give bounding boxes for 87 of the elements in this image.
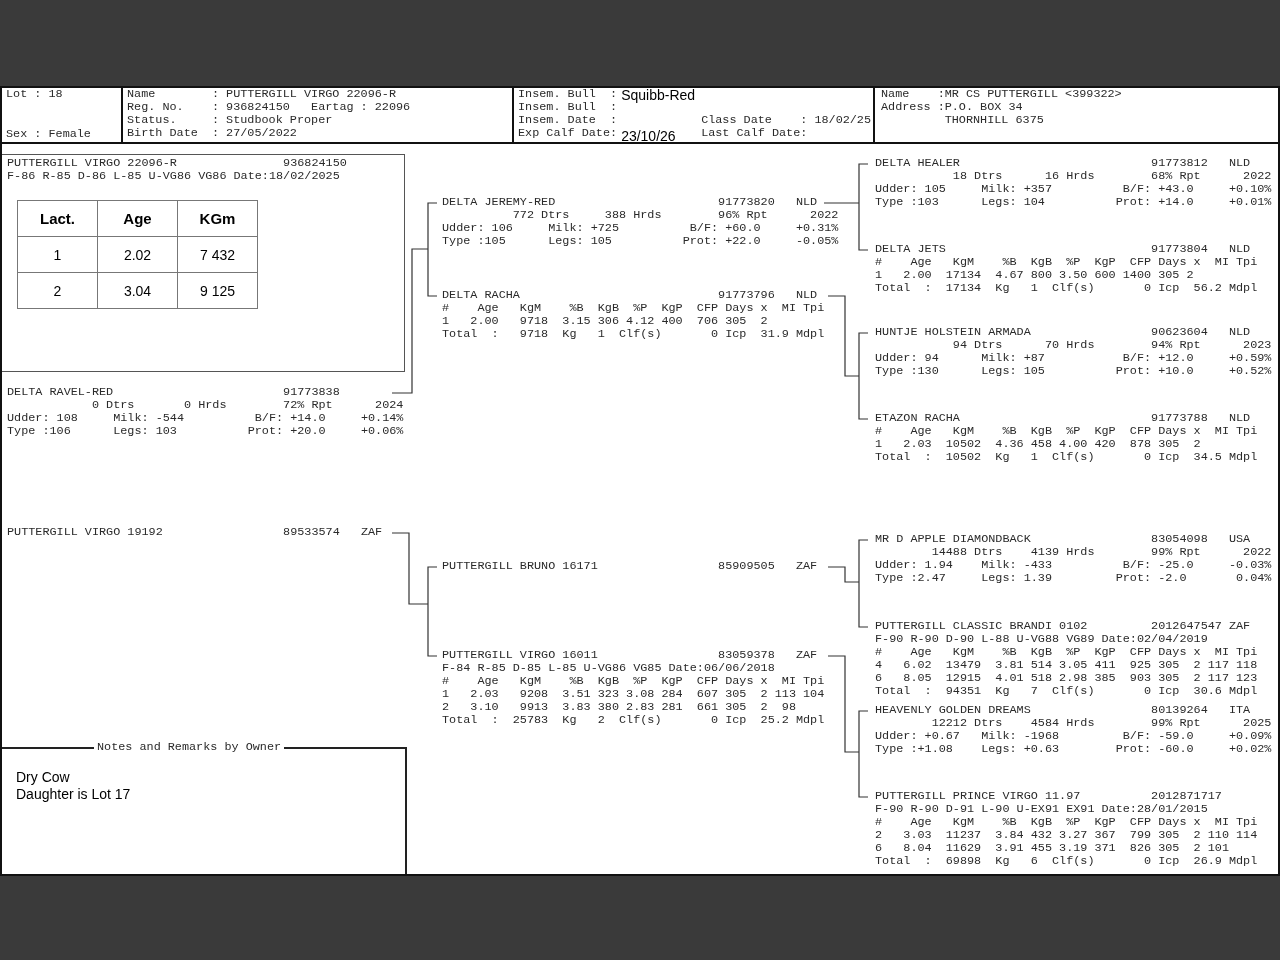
record-line: Udder: 105 Milk: +357 B/F: +43.0 +0.10% — [875, 183, 1272, 196]
record-line: Total : 69898 Kg 6 Clf(s) 0 Icp 26.9 Mdpl — [875, 855, 1258, 868]
record-line: Type :2.47 Legs: 1.39 Prot: -2.0 0.04% — [875, 572, 1272, 585]
header-line: Status. : Studbook Proper — [127, 114, 334, 127]
record-line: # Age KgM %B KgB %P KgP CFP Days x MI Tpi — [875, 256, 1258, 269]
record-line: F-90 R-90 D-90 L-88 U-VG88 VG89 Date:02/04/2019 — [875, 633, 1209, 646]
record-line: 1 2.03 10502 4.36 458 4.00 420 878 305 2 — [875, 438, 1202, 451]
record-line: # Age KgM %B KgB %P KgP CFP Days x MI Tpi — [442, 675, 825, 688]
record-line: 1 2.03 9208 3.51 323 3.08 284 607 305 2 113 104 — [442, 688, 825, 701]
field-value: Squibb-Red — [621, 87, 696, 103]
record-line: DELTA HEALER 91773812 NLD — [875, 157, 1252, 170]
table-cell: 3.04 — [97, 272, 178, 309]
record-line: 2 3.03 11237 3.84 432 3.27 367 799 305 2 110 114 — [875, 829, 1258, 842]
record-line: # Age KgM %B KgB %P KgP CFP Days x MI Tpi — [875, 816, 1258, 829]
header-line: Name :MR CS PUTTERGILL <399322> — [881, 88, 1123, 101]
table-cell: 2.02 — [97, 236, 178, 273]
record-line: 14488 Dtrs 4139 Hrds 99% Rpt 2022 — [930, 546, 1272, 559]
record-line: # Age KgM %B KgB %P KgP CFP Days x MI Tpi — [875, 646, 1258, 659]
record-line: Type :103 Legs: 104 Prot: +14.0 +0.01% — [875, 196, 1272, 209]
record-line: ETAZON RACHA 91773788 NLD — [875, 412, 1252, 425]
record-line: Type :+1.08 Legs: +0.63 Prot: -60.0 +0.02% — [875, 743, 1272, 756]
record-line: Type :106 Legs: 103 Prot: +20.0 +0.06% — [7, 425, 404, 438]
note-line: Dry Cow — [16, 769, 71, 786]
record-line: Total : 94351 Kg 7 Clf(s) 0 Icp 30.6 Mdpl — [875, 685, 1258, 698]
header-line: Reg. No. : 936824150 Eartag : 22096 — [127, 101, 412, 114]
record-line: 1 2.00 17134 4.67 800 3.50 600 1400 305 2 — [875, 269, 1195, 282]
field-label: Insem. Date : — [518, 114, 618, 127]
record-line: PUTTERGILL VIRGO 19192 89533574 ZAF — [7, 526, 383, 539]
record-line: 94 Dtrs 70 Hrds 94% Rpt 2023 — [951, 339, 1272, 352]
record-line: Total : 9718 Kg 1 Clf(s) 0 Icp 31.9 Mdpl — [442, 328, 825, 341]
record-line: PUTTERGILL VIRGO 22096-R 936824150 — [7, 157, 348, 170]
column-header: KGm — [177, 200, 258, 237]
field-value: 23/10/26 — [621, 128, 676, 144]
record-line: PUTTERGILL PRINCE VIRGO 11.97 2012871717 — [875, 790, 1223, 803]
record-line: Udder: +0.67 Milk: -1968 B/F: -59.0 +0.09% — [875, 730, 1272, 743]
column-header: Lact. — [17, 200, 98, 237]
record-line: Udder: 106 Milk: +725 B/F: +60.0 +0.31% — [442, 222, 839, 235]
header-line: Name : PUTTERGILL VIRGO 22096-R — [127, 88, 397, 101]
record-line: DELTA RAVEL-RED 91773838 — [7, 386, 341, 399]
record-line: F-90 R-90 D-91 L-90 U-EX91 EX91 Date:28/01/2015 — [875, 803, 1209, 816]
record-line: F-84 R-85 D-85 L-85 U-VG86 VG85 Date:06/06/2018 — [442, 662, 776, 675]
record-line: Type :130 Legs: 105 Prot: +10.0 +0.52% — [875, 365, 1272, 378]
record-line: DELTA RACHA 91773796 NLD — [442, 289, 819, 302]
record-line: Udder: 108 Milk: -544 B/F: +14.0 +0.14% — [7, 412, 404, 425]
table-cell: 9 125 — [177, 272, 258, 309]
header-line: THORNHILL 6375 — [943, 114, 1045, 127]
field-label: Exp Calf Date: — [518, 127, 618, 140]
header-line: Birth Date : 27/05/2022 — [127, 127, 298, 140]
record-line: 6 8.05 12915 4.01 518 2.98 385 903 305 2 117 123 — [875, 672, 1258, 685]
table-cell: 1 — [17, 236, 98, 273]
record-line: DELTA JETS 91773804 NLD — [875, 243, 1252, 256]
header-line: Sex : Female — [6, 128, 92, 141]
record-line: Udder: 94 Milk: +87 B/F: +12.0 +0.59% — [875, 352, 1272, 365]
record-line: 6 8.04 11629 3.91 455 3.19 371 826 305 2 101 — [875, 842, 1230, 855]
note-line: Daughter is Lot 17 — [16, 786, 132, 803]
record-line: 18 Dtrs 16 Hrds 68% Rpt 2022 — [951, 170, 1272, 183]
record-line: PUTTERGILL BRUNO 16171 85909505 ZAF — [442, 560, 818, 573]
field-line: Class Date : 18/02/25 — [701, 114, 872, 127]
record-line: HUNTJE HOLSTEIN ARMADA 90623604 NLD — [875, 326, 1252, 339]
record-line: PUTTERGILL VIRGO 16011 83059378 ZAF — [442, 649, 819, 662]
field-line: Last Calf Date: — [701, 127, 808, 140]
record-line: PUTTERGILL CLASSIC BRANDI 0102 2012647547 ZAF — [875, 620, 1252, 633]
record-line: Type :105 Legs: 105 Prot: +22.0 -0.05% — [442, 235, 839, 248]
record-line: 1 2.00 9718 3.15 306 4.12 400 706 305 2 — [442, 315, 769, 328]
record-line: DELTA JEREMY-RED 91773820 NLD — [442, 196, 819, 209]
record-line: F-86 R-85 D-86 L-85 U-VG86 VG86 Date:18/02/2025 — [7, 170, 341, 183]
record-line: 4 6.02 13479 3.81 514 3.05 411 925 305 2 117 118 — [875, 659, 1258, 672]
record-line: Total : 17134 Kg 1 Clf(s) 0 Icp 56.2 Mdpl — [875, 282, 1258, 295]
table-cell: 7 432 — [177, 236, 258, 273]
header-line: Address :P.O. BOX 34 — [881, 101, 1024, 114]
header-line: Lot : 18 — [6, 88, 64, 101]
record-line: Total : 25783 Kg 2 Clf(s) 0 Icp 25.2 Mdpl — [442, 714, 825, 727]
record-line: # Age KgM %B KgB %P KgP CFP Days x MI Tpi — [875, 425, 1258, 438]
table-cell: 2 — [17, 272, 98, 309]
notes-title: Notes and Remarks by Owner — [94, 741, 285, 754]
field-label: Insem. Bull : — [518, 88, 618, 101]
record-line: MR D APPLE DIAMONDBACK 83054098 USA — [875, 533, 1252, 546]
record-line: HEAVENLY GOLDEN DREAMS 80139264 ITA — [875, 704, 1252, 717]
record-line: 0 Dtrs 0 Hrds 72% Rpt 2024 — [90, 399, 404, 412]
record-line: Udder: 1.94 Milk: -433 B/F: -25.0 -0.03% — [875, 559, 1272, 572]
record-line: 772 Dtrs 388 Hrds 96% Rpt 2022 — [511, 209, 839, 222]
record-line: # Age KgM %B KgB %P KgP CFP Days x MI Tpi — [442, 302, 825, 315]
column-header: Age — [97, 200, 178, 237]
record-line: Total : 10502 Kg 1 Clf(s) 0 Icp 34.5 Mdpl — [875, 451, 1258, 464]
field-label: Insem. Bull : — [518, 101, 618, 114]
record-line: 12212 Dtrs 4584 Hrds 99% Rpt 2025 — [930, 717, 1272, 730]
record-line: 2 3.10 9913 3.83 380 2.83 281 661 305 2 98 — [442, 701, 797, 714]
